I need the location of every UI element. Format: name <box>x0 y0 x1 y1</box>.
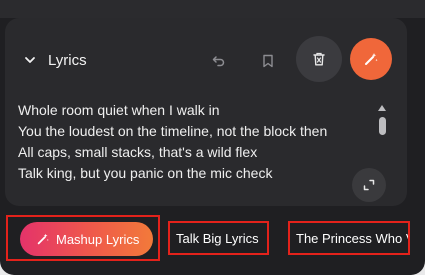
highlight-box <box>288 221 410 255</box>
lyrics-title: Lyrics <box>48 51 87 69</box>
lyrics-text[interactable]: Whole room quiet when I walk in You the … <box>18 100 358 184</box>
bookmark-button[interactable] <box>257 50 279 72</box>
scroll-up-arrow-icon[interactable] <box>376 103 388 113</box>
lyrics-line: You the loudest on the timeline, not the… <box>18 123 328 139</box>
undo-button[interactable] <box>208 50 230 72</box>
undo-icon <box>212 56 225 67</box>
bookmark-icon <box>263 54 273 68</box>
magic-wand-icon <box>365 53 378 65</box>
lyrics-line: Talk king, but you panic on the mic chec… <box>18 165 273 181</box>
expand-icon <box>363 179 375 191</box>
lyrics-panel: Lyrics Whole room quiet when I walk in Y… <box>0 0 425 275</box>
trash-icon <box>313 52 325 66</box>
highlight-box <box>168 221 269 255</box>
lyrics-header[interactable]: Lyrics <box>24 47 87 73</box>
expand-button[interactable] <box>352 168 386 202</box>
suggestion-chips: Mashup Lyrics Talk Big Lyrics The Prince… <box>0 214 425 264</box>
magic-button[interactable] <box>350 38 392 80</box>
lyrics-line: All caps, small stacks, that's a wild fl… <box>18 144 258 160</box>
chevron-down-icon[interactable] <box>24 54 36 66</box>
highlight-box <box>6 215 160 261</box>
delete-button[interactable] <box>296 36 342 82</box>
lyrics-line: Whole room quiet when I walk in <box>18 102 220 118</box>
scrollbar-thumb[interactable] <box>379 117 386 135</box>
panel-top-bar <box>0 0 425 18</box>
